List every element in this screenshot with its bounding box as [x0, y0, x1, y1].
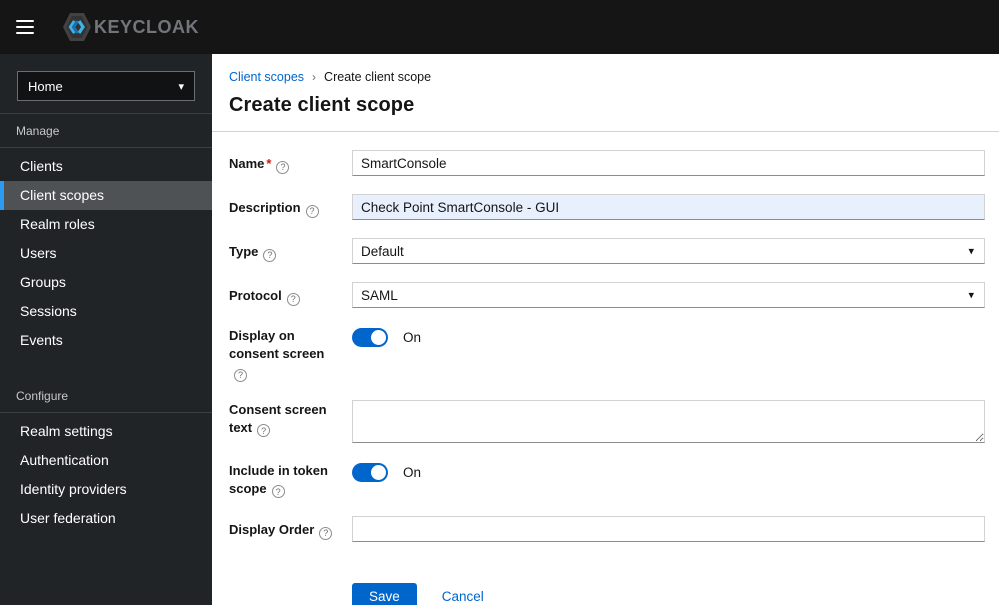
help-icon[interactable]: ?: [257, 424, 271, 437]
help-icon[interactable]: ?: [286, 292, 300, 306]
help-icon[interactable]: ?: [319, 526, 333, 540]
protocol-select-value: SAML: [361, 287, 398, 303]
sidebar-item-client-scopes[interactable]: Client scopes: [0, 181, 212, 210]
page-title: Create client scope: [229, 94, 415, 116]
nav-section-configure: Configure: [0, 379, 212, 413]
type-select-value: Default: [361, 243, 404, 259]
keycloak-hexagon-icon: [63, 13, 91, 41]
realm-selector-value: Home: [28, 78, 63, 94]
form-row-protocol: Protocol? SAML ▾: [229, 282, 985, 308]
realm-selector-dropdown[interactable]: Home ▾: [17, 71, 195, 101]
sidebar-item-identity-providers[interactable]: Identity providers: [0, 475, 212, 504]
type-select[interactable]: Default ▾: [352, 238, 985, 264]
include-in-token-scope-label: Include in token scope?: [229, 462, 328, 498]
help-icon[interactable]: ?: [234, 368, 247, 382]
sidebar-item-sessions[interactable]: Sessions: [0, 297, 212, 326]
required-asterisk: *: [266, 156, 272, 171]
sidebar-item-realm-settings[interactable]: Realm settings: [0, 417, 212, 446]
help-icon[interactable]: ?: [271, 485, 285, 498]
sidebar-item-groups[interactable]: Groups: [0, 268, 212, 297]
brand-text: KEYCLOAK: [94, 16, 200, 37]
create-client-scope-form: Name*? Description? Type?: [229, 132, 985, 605]
description-label: Description?: [229, 194, 352, 220]
form-row-display-order: Display Order?: [229, 516, 985, 542]
breadcrumb-current: Create client scope: [324, 70, 432, 84]
include-in-token-scope-toggle[interactable]: [352, 462, 388, 482]
consent-screen-text-textarea[interactable]: [352, 399, 985, 443]
display-on-consent-label: Display on consent screen?: [229, 328, 325, 382]
include-in-token-scope-state: On: [403, 464, 422, 480]
save-button[interactable]: Save: [352, 583, 417, 605]
help-icon[interactable]: ?: [263, 248, 277, 262]
name-label: Name *?: [229, 150, 352, 176]
nav-group-configure: Realm settings Authentication Identity p…: [0, 417, 212, 533]
form-row-display-on-consent: Display on consent screen? On: [229, 326, 985, 382]
sidebar-nav: Home ▾ Manage Clients Client scopes Real…: [0, 54, 212, 605]
breadcrumb-link-client-scopes[interactable]: Client scopes: [229, 70, 304, 84]
form-row-include-in-token-scope: Include in token scope? On: [229, 461, 985, 498]
type-label: Type?: [229, 238, 352, 264]
sidebar-item-users[interactable]: Users: [0, 239, 212, 268]
display-order-label: Display Order?: [229, 516, 352, 542]
cancel-link[interactable]: Cancel: [442, 589, 484, 604]
consent-screen-text-label: Consent screen text?: [229, 401, 327, 437]
form-actions-row: Save Cancel: [229, 560, 985, 605]
display-on-consent-toggle[interactable]: [352, 328, 388, 347]
chevron-down-icon: ▾: [968, 289, 974, 302]
breadcrumb-separator-icon: ›: [312, 70, 317, 84]
sidebar-item-clients[interactable]: Clients: [0, 152, 212, 181]
protocol-label: Protocol?: [229, 282, 352, 308]
help-icon[interactable]: ?: [276, 160, 290, 174]
breadcrumb: Client scopes › Create client scope: [229, 70, 985, 84]
masthead: KEYCLOAK: [0, 0, 999, 54]
chevron-down-icon: ▾: [178, 80, 184, 93]
display-order-input[interactable]: [352, 516, 985, 542]
display-on-consent-state: On: [403, 330, 422, 345]
form-row-consent-screen-text: Consent screen text?: [229, 399, 985, 443]
description-input[interactable]: [352, 194, 985, 220]
sidebar-item-user-federation[interactable]: User federation: [0, 504, 212, 533]
main-content: Client scopes › Create client scope Crea…: [212, 54, 999, 605]
protocol-select[interactable]: SAML ▾: [352, 282, 985, 308]
sidebar-item-realm-roles[interactable]: Realm roles: [0, 210, 212, 239]
sidebar-item-authentication[interactable]: Authentication: [0, 446, 212, 475]
keycloak-logo: KEYCLOAK: [62, 11, 199, 43]
form-row-name: Name *?: [229, 150, 985, 176]
nav-group-manage: Clients Client scopes Realm roles Users …: [0, 152, 212, 355]
name-input[interactable]: [352, 150, 985, 176]
hamburger-menu-icon[interactable]: [16, 20, 34, 34]
form-row-description: Description?: [229, 194, 985, 220]
nav-section-manage: Manage: [0, 114, 212, 148]
chevron-down-icon: ▾: [968, 245, 974, 258]
sidebar-item-events[interactable]: Events: [0, 326, 212, 355]
form-row-type: Type? Default ▾: [229, 238, 985, 264]
help-icon[interactable]: ?: [305, 204, 319, 218]
